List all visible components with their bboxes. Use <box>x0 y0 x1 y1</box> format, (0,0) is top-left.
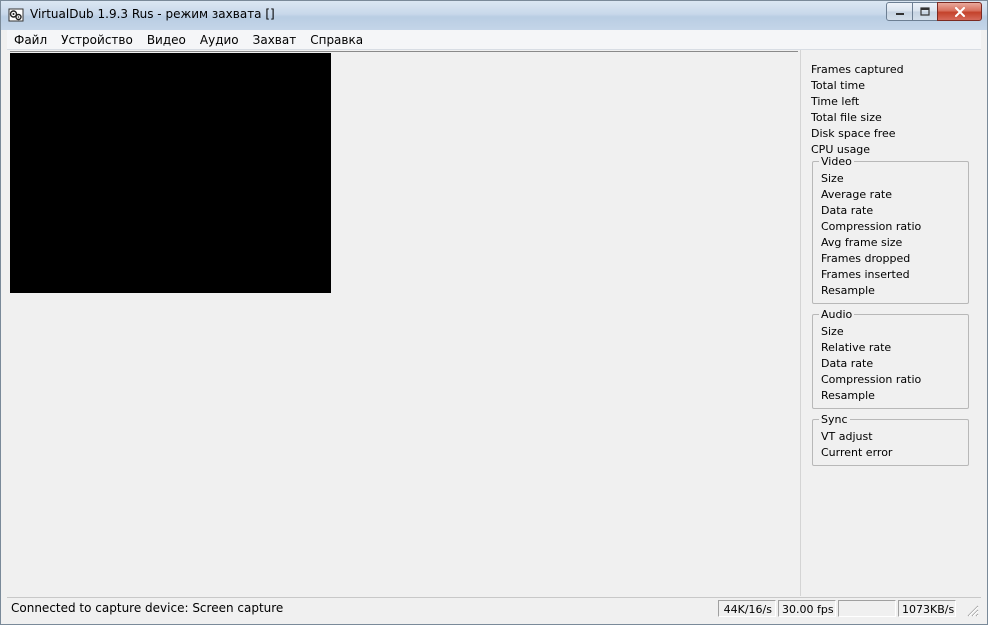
menu-audio[interactable]: Аудио <box>193 30 246 50</box>
minimize-button[interactable] <box>886 2 913 21</box>
sync-current-error: Current error <box>821 446 893 459</box>
stat-frames-captured: Frames captured <box>811 63 904 76</box>
status-empty-pane <box>838 600 896 617</box>
menu-device[interactable]: Устройство <box>54 30 140 50</box>
video-group-title: Video <box>819 155 854 168</box>
close-icon <box>954 6 965 17</box>
video-compression-ratio: Compression ratio <box>821 220 922 233</box>
window-title: VirtualDub 1.9.3 Rus - режим захвата [] <box>30 7 275 21</box>
sync-group: Sync VT adjust Current error <box>812 413 969 466</box>
video-data-rate: Data rate <box>821 204 874 217</box>
client-area: Frames captured Total time Time left Tot… <box>7 50 981 596</box>
video-preview <box>10 53 331 293</box>
capture-window: VirtualDub 1.9.3 Rus - режим захвата [] <box>0 0 988 625</box>
video-average-rate: Average rate <box>821 188 893 201</box>
stat-time-left: Time left <box>811 95 860 108</box>
capture-stats-panel: Frames captured Total time Time left Tot… <box>811 62 976 466</box>
audio-data-rate: Data rate <box>821 357 874 370</box>
panel-divider <box>800 50 801 596</box>
video-resample: Resample <box>821 284 875 297</box>
film-gears-icon[interactable] <box>8 7 24 23</box>
stat-total-time: Total time <box>811 79 866 92</box>
sync-vt-adjust: VT adjust <box>821 430 873 443</box>
menu-video[interactable]: Видео <box>140 30 193 50</box>
video-size: Size <box>821 172 844 185</box>
video-frames-dropped: Frames dropped <box>821 252 911 265</box>
close-button[interactable] <box>937 2 982 21</box>
video-frames-inserted: Frames inserted <box>821 268 910 281</box>
separator-line <box>10 51 798 52</box>
status-message: Connected to capture device: Screen capt… <box>11 601 284 615</box>
menu-file[interactable]: Файл <box>7 30 54 50</box>
status-fps: 30.00 fps <box>778 600 836 617</box>
resize-grip-icon[interactable] <box>965 603 979 617</box>
audio-resample: Resample <box>821 389 875 402</box>
audio-relative-rate: Relative rate <box>821 341 892 354</box>
video-avg-frame-size: Avg frame size <box>821 236 903 249</box>
status-audio-format: 44K/16/s <box>718 600 776 617</box>
maximize-icon <box>920 7 930 16</box>
menu-bar: Файл Устройство Видео Аудио Захват Справ… <box>7 30 981 50</box>
window-controls <box>886 2 982 21</box>
title-bar[interactable]: VirtualDub 1.9.3 Rus - режим захвата [] <box>1 1 987 30</box>
status-bar: Connected to capture device: Screen capt… <box>7 597 981 619</box>
menu-help[interactable]: Справка <box>303 30 370 50</box>
stat-disk-space-free: Disk space free <box>811 127 896 140</box>
audio-compression-ratio: Compression ratio <box>821 373 922 386</box>
audio-group-title: Audio <box>819 308 855 321</box>
video-group: Video Size Average rate Data rate Compre… <box>812 155 969 304</box>
maximize-button[interactable] <box>912 2 938 21</box>
menu-capture[interactable]: Захват <box>246 30 304 50</box>
minimize-icon <box>895 12 904 15</box>
status-data-rate: 1073KB/s <box>898 600 956 617</box>
audio-group: Audio Size Relative rate Data rate Compr… <box>812 308 969 409</box>
audio-size: Size <box>821 325 844 338</box>
stat-total-file-size: Total file size <box>811 111 882 124</box>
sync-group-title: Sync <box>819 413 850 426</box>
